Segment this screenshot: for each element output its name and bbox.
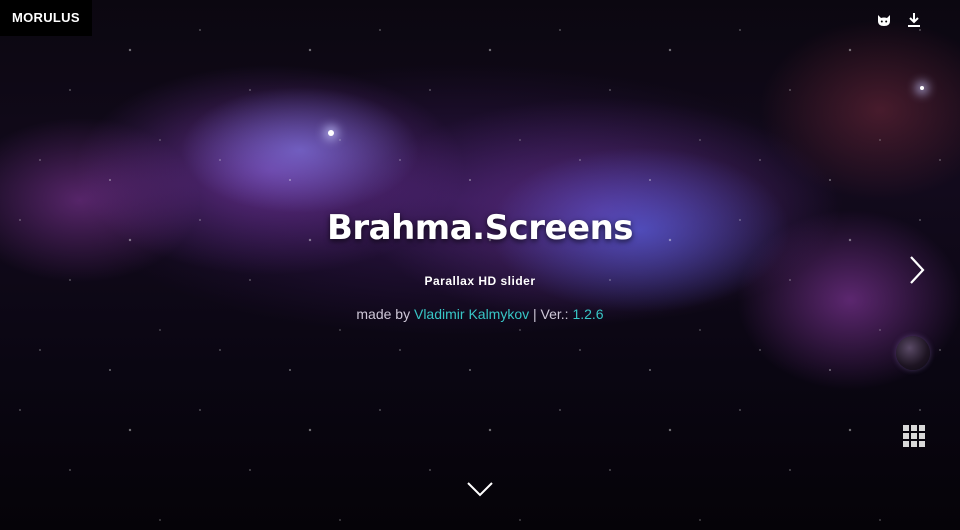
grid-cell — [911, 425, 917, 431]
grid-cell — [919, 433, 925, 439]
credit-line: made by Vladimir Kalmykov | Ver.: 1.2.6 — [0, 306, 960, 322]
github-cat-icon[interactable] — [876, 12, 892, 28]
version-link[interactable]: 1.2.6 — [572, 306, 603, 322]
author-link[interactable]: Vladimir Kalmykov — [414, 306, 529, 322]
subtitle: Parallax HD slider — [424, 274, 536, 288]
credit-prefix: made by — [356, 306, 414, 322]
hero-section: Brahma.Screens Parallax HD slider made b… — [0, 208, 960, 322]
chevron-right-icon[interactable] — [908, 255, 926, 285]
grid-cell — [919, 425, 925, 431]
grid-cell — [903, 441, 909, 447]
grid-cell — [911, 441, 917, 447]
page-title: Brahma.Screens — [326, 208, 634, 248]
brand-logo[interactable]: MORULUS — [0, 0, 92, 36]
chevron-down-icon[interactable] — [466, 480, 494, 498]
header-icons — [876, 12, 922, 28]
version-separator: | Ver.: — [529, 306, 573, 322]
bright-star — [920, 86, 924, 90]
grid-icon[interactable] — [903, 425, 925, 447]
grid-cell — [903, 425, 909, 431]
bright-star — [328, 130, 334, 136]
download-icon[interactable] — [906, 12, 922, 28]
grid-cell — [919, 441, 925, 447]
grid-cell — [903, 433, 909, 439]
grid-cell — [911, 433, 917, 439]
planet-decoration — [896, 336, 930, 370]
